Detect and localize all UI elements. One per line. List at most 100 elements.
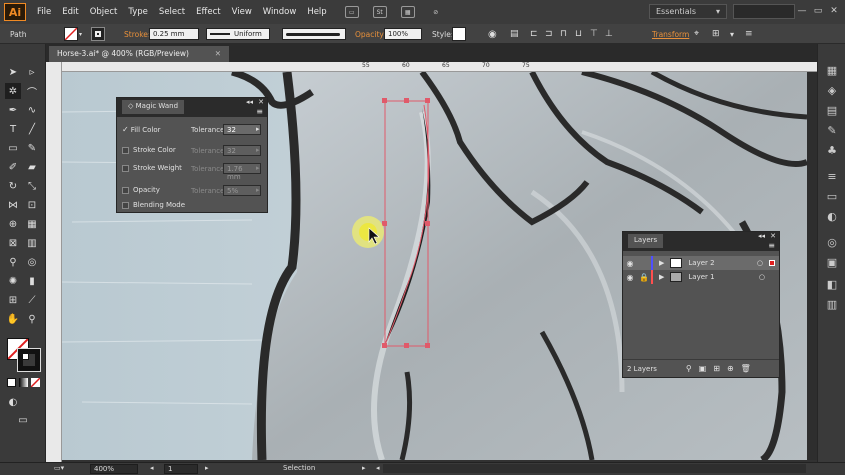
align-left-icon[interactable]: ⊏: [530, 27, 538, 41]
appearance-icon[interactable]: ◎: [824, 234, 840, 250]
panel-menu-icon[interactable]: ≡: [256, 107, 263, 116]
line-tool-icon[interactable]: ╱: [24, 121, 40, 137]
tolerance-arrow-icon[interactable]: ▸: [256, 125, 260, 133]
collapse-icon[interactable]: ◂◂: [758, 232, 765, 240]
stock-icon[interactable]: St: [372, 6, 387, 18]
layer-name[interactable]: Layer 1: [688, 273, 759, 281]
visibility-eye-icon[interactable]: ◉: [623, 259, 637, 268]
stroke-color-checkbox[interactable]: [122, 146, 129, 154]
align-icon[interactable]: ▤: [510, 27, 519, 41]
variable-width-profile[interactable]: Uniform: [206, 28, 270, 40]
curvature-tool-icon[interactable]: ∿: [24, 102, 40, 118]
none-mode-icon[interactable]: [30, 377, 41, 388]
rotate-tool-icon[interactable]: ↻: [5, 178, 21, 194]
fill-color-checkbox[interactable]: ✓: [122, 125, 129, 134]
width-tool-icon[interactable]: ⋈: [5, 197, 21, 213]
blending-mode-checkbox[interactable]: [122, 201, 129, 209]
stroke-label[interactable]: Stroke:: [124, 27, 150, 41]
tolerance-arrow-icon[interactable]: ▸: [256, 186, 260, 194]
stroke-panel-icon[interactable]: ≡: [824, 168, 840, 184]
gradient-tool-icon[interactable]: ▥: [24, 235, 40, 251]
layer-name[interactable]: Layer 2: [688, 259, 757, 267]
bridge-icon[interactable]: ▭: [344, 6, 359, 18]
column-graph-tool-icon[interactable]: ▮: [24, 273, 40, 289]
magic-wand-tool-icon[interactable]: ✲: [5, 83, 21, 99]
layer-row[interactable]: ◉ ▶ Layer 2 ○: [623, 256, 779, 270]
status-menu-icon[interactable]: ▸: [362, 464, 366, 472]
panel-menu-icon[interactable]: ≡: [768, 241, 775, 250]
recolor-icon[interactable]: ◉: [488, 27, 497, 41]
graphic-styles-icon[interactable]: ▣: [824, 254, 840, 270]
fill-dropdown-icon[interactable]: ▾: [79, 27, 82, 41]
menu-edit[interactable]: Edit: [62, 7, 78, 17]
menu-view[interactable]: View: [232, 7, 252, 17]
arrange-icon[interactable]: ▦: [400, 6, 415, 18]
free-transform-tool-icon[interactable]: ⊡: [24, 197, 40, 213]
brush-definition[interactable]: [282, 28, 346, 40]
zoom-tool-icon[interactable]: ⚲: [24, 311, 40, 327]
menu-select[interactable]: Select: [159, 7, 185, 17]
opacity-field[interactable]: 100%: [384, 28, 422, 40]
direct-selection-tool-icon[interactable]: ▹: [24, 64, 40, 80]
maximize-icon[interactable]: ▭: [811, 6, 825, 18]
artboards-icon[interactable]: ▥: [824, 296, 840, 312]
workspace-switcher[interactable]: Essentials ▾: [649, 4, 727, 19]
magic-wand-tab[interactable]: ◇ Magic Wand: [122, 100, 185, 114]
eraser-tool-icon[interactable]: ▰: [24, 159, 40, 175]
layers-tab[interactable]: Layers: [628, 234, 664, 248]
shape-builder-tool-icon[interactable]: ⊕: [5, 216, 21, 232]
lock-icon[interactable]: 🔒: [637, 273, 651, 282]
color-panel-icon[interactable]: ▦: [824, 62, 840, 78]
menu-file[interactable]: File: [37, 7, 51, 17]
color-guide-icon[interactable]: ◈: [824, 82, 840, 98]
opacity-checkbox[interactable]: [122, 186, 129, 194]
selection-indicator[interactable]: [769, 260, 775, 266]
mesh-tool-icon[interactable]: ⊠: [5, 235, 21, 251]
stroke-weight-field[interactable]: 0.25 mm: [149, 28, 199, 40]
delete-layer-icon[interactable]: 🗑: [741, 364, 751, 373]
new-sublayer-icon[interactable]: ⊞: [713, 364, 720, 373]
draw-mode-icon[interactable]: ◐: [5, 394, 21, 410]
graphic-style-swatch[interactable]: [452, 27, 466, 41]
locate-object-icon[interactable]: ⚲: [686, 364, 692, 373]
scale-tool-icon[interactable]: ⤡: [24, 178, 40, 194]
menu-window[interactable]: Window: [263, 7, 297, 17]
expand-arrow-icon[interactable]: ▶: [659, 273, 664, 281]
layer-row[interactable]: ◉ 🔒 ▶ Layer 1 ○: [623, 270, 779, 284]
document-tab[interactable]: Horse-3.ai* @ 400% (RGB/Preview) ✕: [49, 46, 229, 62]
stroke-color-icon[interactable]: [17, 348, 41, 372]
target-icon[interactable]: ○: [757, 259, 763, 267]
menu-help[interactable]: Help: [307, 7, 326, 17]
new-layer-icon[interactable]: ⊕: [727, 364, 734, 373]
collapse-icon[interactable]: ◂◂: [246, 98, 253, 106]
screen-mode-icon[interactable]: ▭: [15, 412, 31, 428]
menu-effect[interactable]: Effect: [196, 7, 220, 17]
vertical-scrollbar[interactable]: [807, 72, 817, 460]
align-top-icon[interactable]: ⊔: [575, 27, 582, 41]
hand-tool-icon[interactable]: ✋: [5, 311, 21, 327]
stroke-swatch[interactable]: [91, 27, 105, 41]
symbols-icon[interactable]: ♣: [824, 142, 840, 158]
blend-tool-icon[interactable]: ◎: [24, 254, 40, 270]
slice-tool-icon[interactable]: ⟋: [24, 292, 40, 308]
next-artboard-icon[interactable]: ▸: [205, 464, 209, 472]
align-center-icon[interactable]: ⊐: [545, 27, 553, 41]
color-mode-icon[interactable]: [7, 378, 16, 387]
target-icon[interactable]: ○: [759, 273, 765, 281]
perspective-grid-tool-icon[interactable]: ▦: [24, 216, 40, 232]
align-middle-icon[interactable]: ⊤: [590, 27, 598, 41]
align-bottom-icon[interactable]: ⊥: [605, 27, 613, 41]
visibility-eye-icon[interactable]: ◉: [623, 273, 637, 282]
transform-link[interactable]: Transform: [652, 27, 689, 41]
menu-object[interactable]: Object: [90, 7, 118, 17]
close-panel-icon[interactable]: ✕: [770, 232, 776, 240]
pencil-tool-icon[interactable]: ✐: [5, 159, 21, 175]
pen-tool-icon[interactable]: ✒: [5, 102, 21, 118]
isolate-icon[interactable]: ⌖: [694, 27, 699, 41]
fill-swatch[interactable]: [64, 27, 78, 41]
swatches-icon[interactable]: ▤: [824, 102, 840, 118]
stroke-weight-checkbox[interactable]: [122, 164, 129, 172]
layers-panel-icon[interactable]: ◧: [824, 276, 840, 292]
artboard-field[interactable]: 1: [164, 464, 198, 474]
expand-arrow-icon[interactable]: ▶: [659, 259, 664, 267]
